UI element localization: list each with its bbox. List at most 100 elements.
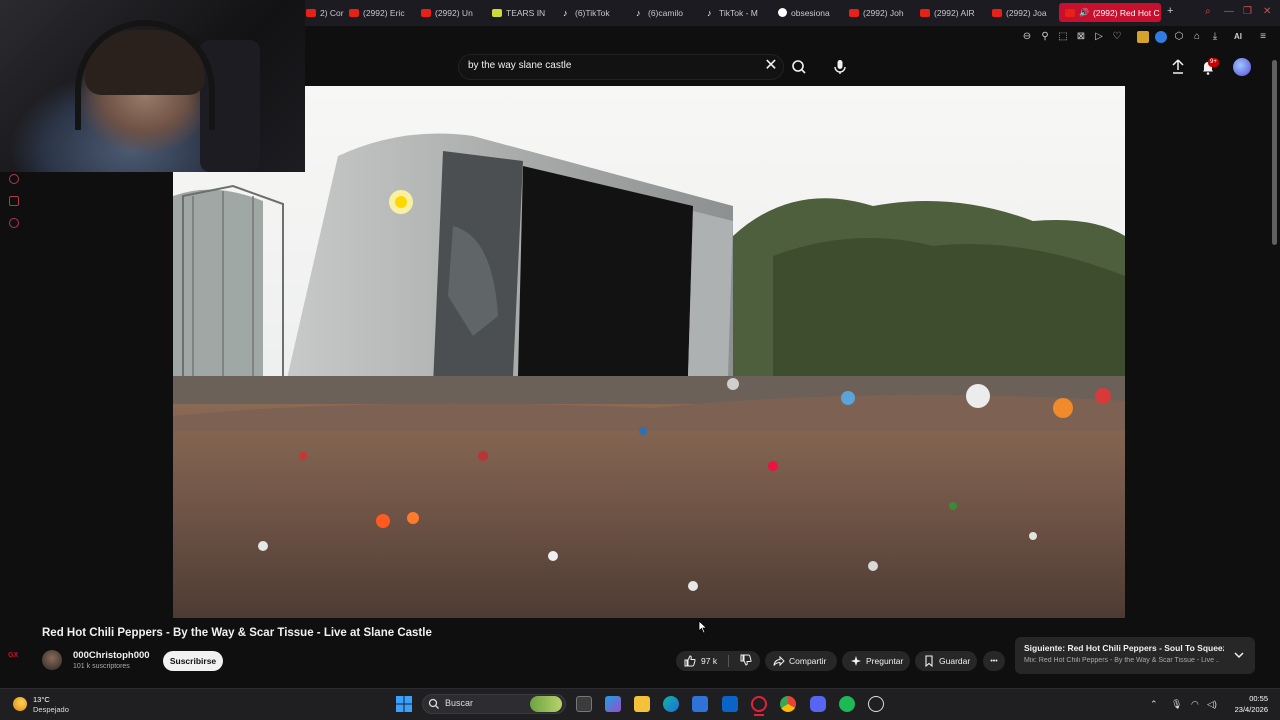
clear-search-icon[interactable]: ✕	[763, 56, 779, 76]
browser-tab[interactable]: ♪ TikTok - M	[707, 3, 763, 22]
browser-tab[interactable]: (2992) Joh	[849, 3, 906, 22]
store-icon[interactable]	[692, 696, 708, 712]
like-count: 97 k	[701, 656, 718, 666]
like-divider	[728, 655, 729, 667]
steam-icon[interactable]	[868, 696, 884, 712]
video-player[interactable]	[173, 86, 1125, 618]
new-tab-button[interactable]: +	[1167, 5, 1173, 17]
active-app-indicator	[754, 714, 764, 716]
browser-tab[interactable]: (2992) AIR	[920, 3, 977, 22]
speaker-icon: 🔊	[1079, 8, 1089, 17]
bookmark-icon	[492, 8, 502, 17]
minimize-icon[interactable]: —	[1224, 6, 1234, 17]
like-button[interactable]: 97 k	[684, 655, 717, 667]
browser-tab[interactable]: (2992) Eric	[349, 3, 409, 22]
chrome-icon	[778, 8, 787, 17]
browser-tab[interactable]: (2992) Joa	[992, 3, 1049, 22]
sparkle-icon	[851, 656, 861, 666]
youtube-icon	[421, 8, 431, 17]
thumbs-down-icon	[740, 654, 752, 666]
page-scrollbar[interactable]	[1272, 60, 1277, 245]
extension-icon[interactable]	[1155, 31, 1167, 43]
channel-avatar[interactable]	[42, 650, 62, 670]
save-button[interactable]: Guardar	[915, 651, 977, 671]
tiktok-icon: ♪	[636, 7, 641, 18]
subscriber-count: 101 k suscriptores	[73, 663, 130, 670]
browser-tab[interactable]: 2) Cor	[306, 3, 344, 22]
channel-name[interactable]: 000Christoph000	[73, 650, 150, 661]
bookmark-icon	[925, 655, 933, 667]
wifi-icon[interactable]: ◠	[1191, 699, 1199, 710]
webcam-overlay	[0, 0, 305, 172]
thumbs-up-icon	[684, 655, 696, 667]
clock-date[interactable]: 23/4/2026	[1218, 705, 1268, 714]
cube-icon[interactable]	[9, 196, 19, 206]
microphone-icon[interactable]: 🎙	[1171, 699, 1182, 710]
ai-label: AI	[1234, 32, 1242, 41]
upload-icon[interactable]	[1170, 58, 1186, 76]
search-tabs-icon[interactable]: ⌕	[1205, 6, 1211, 17]
up-next-title[interactable]: Siguiente: Red Hot Chili Peppers - Soul …	[1024, 643, 1224, 653]
youtube-icon	[349, 8, 359, 17]
like-dislike-group: 97 k	[676, 651, 760, 671]
ask-button[interactable]: Preguntar	[842, 651, 910, 671]
menu-icon[interactable]: ≡	[1257, 31, 1269, 43]
subscribe-button[interactable]: Suscribirse	[163, 651, 223, 671]
concert-video-frame	[173, 86, 1125, 618]
weather-temperature[interactable]: 13°C	[33, 695, 50, 704]
chrome-icon[interactable]	[780, 696, 796, 712]
search-icon[interactable]	[788, 56, 810, 78]
browser-tab[interactable]: ♪ (6)TikTok	[563, 3, 617, 22]
settings-icon[interactable]	[9, 218, 19, 228]
snapshot-icon[interactable]: ⬚	[1057, 31, 1069, 43]
browser-tab-active[interactable]: 🔊 (2992) Red Hot C	[1059, 3, 1161, 22]
weather-moon-icon[interactable]	[13, 697, 27, 711]
history-icon[interactable]	[9, 174, 19, 184]
volume-icon[interactable]: ◁)	[1207, 699, 1217, 710]
maximize-icon[interactable]: ❐	[1243, 6, 1252, 17]
pin-icon[interactable]: ⚲	[1039, 31, 1051, 43]
discord-icon[interactable]	[810, 696, 826, 712]
download-icon[interactable]: ⤓	[1209, 31, 1221, 43]
spotify-icon[interactable]	[839, 696, 855, 712]
wallet-icon[interactable]: ⌂	[1191, 31, 1203, 43]
explorer-icon[interactable]	[576, 696, 592, 712]
weather-description[interactable]: Despejado	[33, 705, 69, 714]
tiktok-icon: ♪	[707, 7, 712, 18]
close-window-icon[interactable]: ✕	[1263, 6, 1271, 17]
tray-chevron-icon[interactable]: ⌃	[1150, 699, 1158, 710]
clock-time[interactable]: 00:55	[1228, 694, 1268, 703]
folder-icon[interactable]	[634, 696, 650, 712]
youtube-icon	[849, 8, 859, 17]
copilot-icon[interactable]	[605, 696, 621, 712]
gx-label: GX	[8, 652, 19, 659]
browser-tab[interactable]: obsesiona	[778, 3, 834, 22]
edge-icon[interactable]	[663, 696, 679, 712]
heart-icon[interactable]: ♡	[1111, 31, 1123, 43]
extension-icon[interactable]	[1137, 31, 1149, 43]
share-button[interactable]: Compartir	[765, 651, 837, 671]
youtube-icon	[992, 8, 1002, 17]
windows-start-icon[interactable]	[396, 696, 412, 712]
adblock-icon[interactable]: ⊠	[1075, 31, 1087, 43]
mic-icon[interactable]	[830, 56, 850, 78]
taskbar-search-placeholder[interactable]: Buscar	[445, 698, 473, 708]
share-label: Compartir	[789, 656, 827, 666]
browser-tab[interactable]: ♪ (6)camilo	[636, 3, 692, 22]
search-input[interactable]: by the way slane castle	[468, 60, 571, 71]
youtube-icon	[1065, 8, 1075, 17]
tiktok-icon: ♪	[563, 7, 568, 18]
extensions-icon[interactable]: ⬡	[1173, 31, 1185, 43]
ai-button[interactable]: AI	[1228, 31, 1248, 43]
player-icon[interactable]: ▷	[1093, 31, 1105, 43]
browser-tab[interactable]: (2992) Un	[421, 3, 479, 22]
up-next-subtitle: Mix: Red Hot Chili Peppers - By the Way …	[1024, 657, 1219, 664]
outlook-icon[interactable]	[722, 696, 738, 712]
zoom-out-icon[interactable]: ⊖	[1021, 31, 1033, 43]
more-actions-button[interactable]: •••	[983, 651, 1005, 671]
account-avatar[interactable]	[1233, 58, 1251, 76]
browser-tab[interactable]: TEARS IN	[492, 3, 550, 22]
opera-gx-icon[interactable]	[751, 696, 767, 712]
dislike-button[interactable]	[740, 654, 752, 668]
chevron-down-icon[interactable]	[1232, 648, 1246, 662]
